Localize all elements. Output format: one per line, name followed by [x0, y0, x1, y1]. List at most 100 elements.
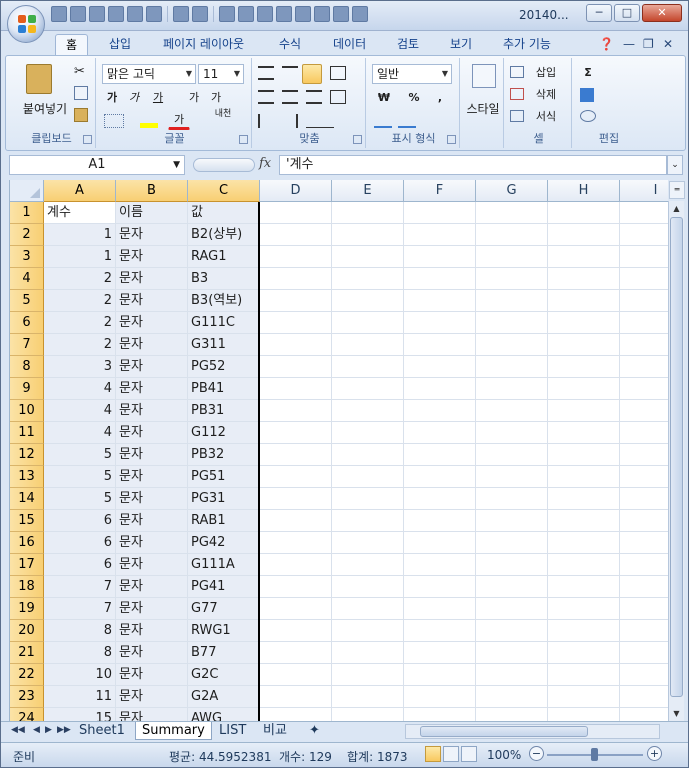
- cell-empty[interactable]: [404, 378, 476, 400]
- cell-count[interactable]: 1: [44, 224, 116, 246]
- cell-empty[interactable]: [620, 642, 668, 664]
- cell-empty[interactable]: [404, 444, 476, 466]
- shrink-font-button[interactable]: 가: [206, 88, 226, 108]
- cell-empty[interactable]: [404, 686, 476, 708]
- row-header[interactable]: 10: [10, 400, 44, 422]
- ribbon-restore-icon[interactable]: ❐: [643, 37, 654, 51]
- cell-empty[interactable]: [332, 246, 404, 268]
- cell-empty[interactable]: [404, 334, 476, 356]
- first-sheet-icon[interactable]: ◀◀: [11, 725, 25, 735]
- name-box[interactable]: A1 ▼: [9, 155, 185, 175]
- cell-count[interactable]: 2: [44, 268, 116, 290]
- cell-empty[interactable]: [548, 378, 620, 400]
- font-name-select[interactable]: 맑은 고딕 ▼: [102, 64, 196, 84]
- cell-name[interactable]: 문자: [116, 466, 188, 488]
- cell-empty[interactable]: [404, 510, 476, 532]
- cell-name[interactable]: 문자: [116, 378, 188, 400]
- format-painter-icon[interactable]: [74, 108, 88, 122]
- font-launcher-icon[interactable]: [239, 135, 248, 144]
- column-header-i[interactable]: I: [620, 180, 668, 202]
- column-header-c[interactable]: C: [188, 180, 260, 202]
- cell-empty[interactable]: [404, 356, 476, 378]
- cell-count[interactable]: 7: [44, 576, 116, 598]
- normal-view-icon[interactable]: [425, 746, 441, 762]
- maximize-button[interactable]: □: [614, 4, 640, 22]
- scroll-down-icon[interactable]: ▼: [669, 706, 684, 721]
- row-header[interactable]: 16: [10, 532, 44, 554]
- cell-empty[interactable]: [476, 510, 548, 532]
- font-size-select[interactable]: 11 ▼: [198, 64, 244, 84]
- fill-icon[interactable]: [580, 88, 594, 102]
- cell-empty[interactable]: [404, 620, 476, 642]
- cell-empty[interactable]: [548, 532, 620, 554]
- cell-empty[interactable]: [260, 488, 332, 510]
- cell-empty[interactable]: [404, 532, 476, 554]
- cell-value[interactable]: AWG: [188, 708, 260, 721]
- cell-count[interactable]: 3: [44, 356, 116, 378]
- cell-empty[interactable]: [260, 598, 332, 620]
- find-icon[interactable]: [610, 88, 628, 102]
- cell-value[interactable]: G111C: [188, 312, 260, 334]
- underline-button[interactable]: 가: [146, 88, 170, 108]
- row-header[interactable]: 3: [10, 246, 44, 268]
- insert-sheet-icon[interactable]: ✦: [303, 722, 326, 740]
- cell-empty[interactable]: [620, 466, 668, 488]
- cell-count[interactable]: 10: [44, 664, 116, 686]
- align-left-icon[interactable]: [258, 90, 274, 104]
- cell-count[interactable]: 15: [44, 708, 116, 721]
- cell-empty[interactable]: [476, 312, 548, 334]
- row-header[interactable]: 19: [10, 598, 44, 620]
- cell-empty[interactable]: [260, 686, 332, 708]
- cell-count[interactable]: 5: [44, 488, 116, 510]
- cell-name[interactable]: 문자: [116, 356, 188, 378]
- cell-value[interactable]: G2A: [188, 686, 260, 708]
- sheet-tab-list[interactable]: LIST: [213, 722, 252, 740]
- cell-empty[interactable]: [620, 224, 668, 246]
- cell-empty[interactable]: [620, 290, 668, 312]
- cell-name[interactable]: 문자: [116, 334, 188, 356]
- split-box-icon[interactable]: ═: [669, 181, 685, 199]
- sheet-tab-compare[interactable]: 비교: [257, 722, 293, 740]
- row-header[interactable]: 2: [10, 224, 44, 246]
- cell-empty[interactable]: [548, 708, 620, 721]
- cell-value[interactable]: PB31: [188, 400, 260, 422]
- cell-empty[interactable]: [620, 598, 668, 620]
- cell-empty[interactable]: [260, 246, 332, 268]
- cell-value[interactable]: 값: [188, 202, 260, 224]
- row-header[interactable]: 15: [10, 510, 44, 532]
- cell-empty[interactable]: [476, 444, 548, 466]
- paste-button[interactable]: 붙여넣기: [14, 100, 76, 117]
- cell-empty[interactable]: [332, 598, 404, 620]
- cell-empty[interactable]: [332, 400, 404, 422]
- cell-empty[interactable]: [548, 576, 620, 598]
- shapes-icon[interactable]: [238, 6, 254, 22]
- cell-empty[interactable]: [476, 290, 548, 312]
- cell-empty[interactable]: [476, 422, 548, 444]
- autosum-button[interactable]: Σ: [578, 63, 598, 83]
- cell-count[interactable]: 8: [44, 642, 116, 664]
- cell-empty[interactable]: [332, 554, 404, 576]
- increase-indent-icon[interactable]: [282, 114, 298, 128]
- row-header[interactable]: 5: [10, 290, 44, 312]
- cell-empty[interactable]: [260, 400, 332, 422]
- font-color-button[interactable]: 가: [168, 110, 190, 130]
- save-icon[interactable]: [70, 6, 86, 22]
- cell-empty[interactable]: [476, 598, 548, 620]
- cell-value[interactable]: G111A: [188, 554, 260, 576]
- format-button[interactable]: 서식: [526, 107, 566, 127]
- copy-icon[interactable]: [146, 6, 162, 22]
- cell-empty[interactable]: [476, 224, 548, 246]
- cell-empty[interactable]: [404, 202, 476, 224]
- borders-icon[interactable]: [257, 6, 273, 22]
- formula-input[interactable]: '계수: [279, 155, 667, 175]
- cell-empty[interactable]: [332, 422, 404, 444]
- cell-empty[interactable]: [332, 664, 404, 686]
- cell-empty[interactable]: [404, 488, 476, 510]
- number-format-select[interactable]: 일반 ▼: [372, 64, 452, 84]
- decrease-indent-icon[interactable]: [258, 114, 274, 128]
- borders-icon[interactable]: [104, 114, 124, 128]
- cell-empty[interactable]: [332, 312, 404, 334]
- prev-sheet-icon[interactable]: ◀: [33, 725, 40, 735]
- copy-icon[interactable]: [74, 86, 88, 100]
- column-header-e[interactable]: E: [332, 180, 404, 202]
